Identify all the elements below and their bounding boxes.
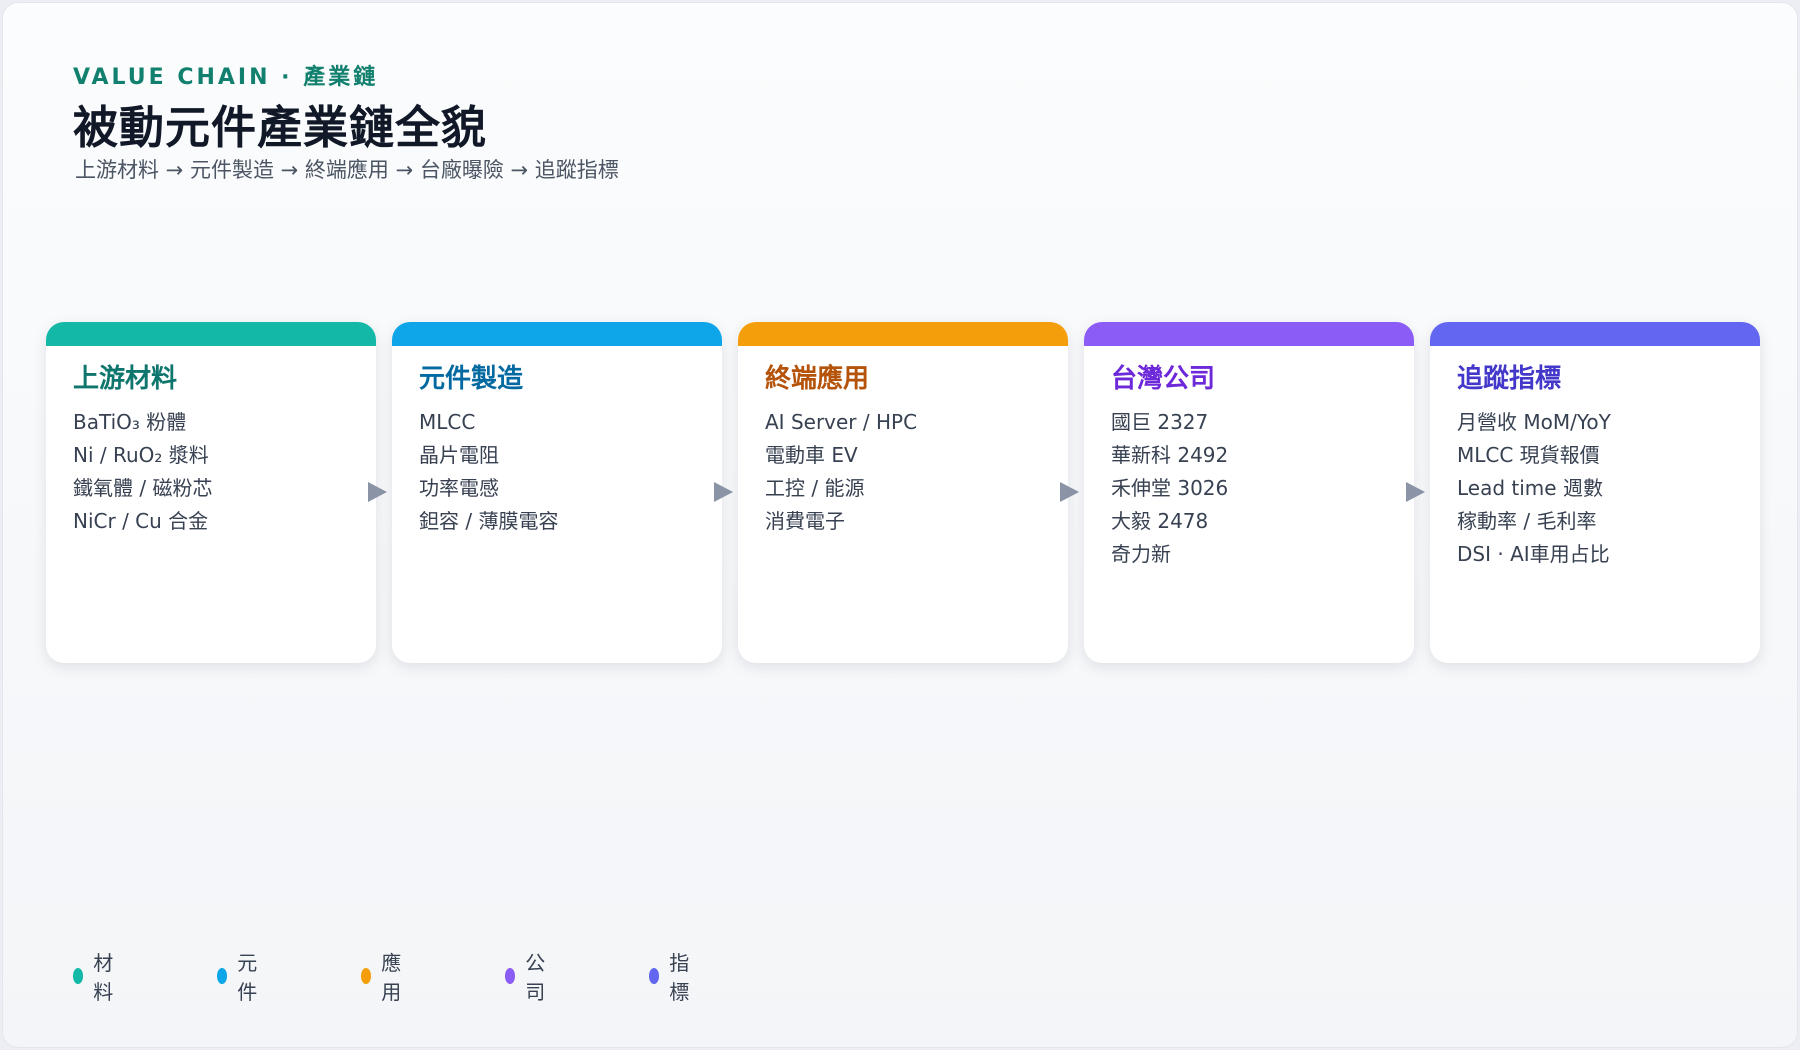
stage-card-applications: 終端應用 AI Server / HPC 電動車 EV 工控 / 能源 消費電子 [738,322,1068,663]
card-accent-bar [738,322,1068,346]
card-item: Ni / RuO₂ 漿料 [73,443,209,467]
stage-card-indicators: 追蹤指標 月營收 MoM/YoY MLCC 現貨報價 Lead time 週數 … [1430,322,1760,663]
card-item: 功率電感 [419,476,499,500]
flow-arrow-icon [1060,482,1079,502]
card-title: 追蹤指標 [1457,364,1562,394]
card-item-list: AI Server / HPC 電動車 EV 工控 / 能源 消費電子 [765,406,917,538]
card-item: 華新科 2492 [1111,443,1229,467]
legend-item-companies: 公司 [505,951,551,1004]
card-item: 大毅 2478 [1111,509,1209,533]
card-item: 消費電子 [765,509,845,533]
legend-label: 材料 [93,951,114,1004]
card-item-list: 月營收 MoM/YoY MLCC 現貨報價 Lead time 週數 稼動率 /… [1457,406,1611,571]
card-item: AI Server / HPC [765,410,918,434]
flow-arrow-icon [368,482,387,502]
legend-dot-icon [505,968,516,984]
card-item-list: 國巨 2327 華新科 2492 禾伸堂 3026 大毅 2478 奇力新 [1111,406,1228,571]
card-title: 上游材料 [73,364,178,394]
card-accent-bar [1430,322,1760,346]
page-title: 被動元件產業鏈全貌 [73,101,488,154]
card-item: 晶片電阻 [419,443,499,467]
card-item: BaTiO₃ 粉體 [73,410,187,434]
stage-card-components: 元件製造 MLCC 晶片電阻 功率電感 鉭容 / 薄膜電容 [392,322,722,663]
card-item-list: MLCC 晶片電阻 功率電感 鉭容 / 薄膜電容 [419,406,558,538]
value-chain-flow: 上游材料 BaTiO₃ 粉體 Ni / RuO₂ 漿料 鐵氧體 / 磁粉芯 Ni… [46,322,1760,663]
stage-card-companies: 台灣公司 國巨 2327 華新科 2492 禾伸堂 3026 大毅 2478 奇… [1084,322,1414,663]
legend-label: 指標 [669,951,690,1004]
card-item: 國巨 2327 [1111,410,1209,434]
legend-dot-icon [649,968,660,984]
card-item: 鉭容 / 薄膜電容 [419,509,559,533]
legend-label: 應用 [381,951,402,1004]
legend-dot-icon [361,968,372,984]
eyebrow-label: VALUE CHAIN · 產業鏈 [73,65,379,90]
card-title: 台灣公司 [1111,364,1216,394]
card-item: Lead time 週數 [1457,476,1603,500]
legend-label: 公司 [525,951,546,1004]
page-subtitle: 上游材料 → 元件製造 → 終端應用 → 台廠曝險 → 追蹤指標 [75,158,619,182]
card-title: 終端應用 [765,364,870,394]
flow-arrow-icon [714,482,733,502]
card-item: 稼動率 / 毛利率 [1457,509,1597,533]
card-item: 奇力新 [1111,542,1171,566]
legend-item-applications: 應用 [361,951,407,1004]
card-item: 鐵氧體 / 磁粉芯 [73,476,213,500]
legend-item-indicators: 指標 [649,951,695,1004]
card-item: 禾伸堂 3026 [1111,476,1229,500]
card-item: 月營收 MoM/YoY [1457,410,1611,434]
page-canvas: VALUE CHAIN · 產業鏈 被動元件產業鏈全貌 上游材料 → 元件製造 … [2,2,1798,1048]
card-item-list: BaTiO₃ 粉體 Ni / RuO₂ 漿料 鐵氧體 / 磁粉芯 NiCr / … [73,406,212,538]
card-item: 工控 / 能源 [765,476,865,500]
card-accent-bar [392,322,722,346]
card-item: 電動車 EV [765,443,858,467]
legend-dot-icon [217,968,228,984]
card-accent-bar [1084,322,1414,346]
card-item: DSI · AI車用占比 [1457,542,1610,566]
card-title: 元件製造 [419,364,524,394]
legend-dot-icon [73,968,84,984]
legend-item-materials: 材料 [73,951,119,1004]
card-item: MLCC 現貨報價 [1457,443,1600,467]
stage-card-materials: 上游材料 BaTiO₃ 粉體 Ni / RuO₂ 漿料 鐵氧體 / 磁粉芯 Ni… [46,322,376,663]
card-accent-bar [46,322,376,346]
legend-item-components: 元件 [217,951,263,1004]
card-item: NiCr / Cu 合金 [73,509,209,533]
legend-label: 元件 [237,951,258,1004]
card-item: MLCC [419,410,476,434]
flow-arrow-icon [1406,482,1425,502]
